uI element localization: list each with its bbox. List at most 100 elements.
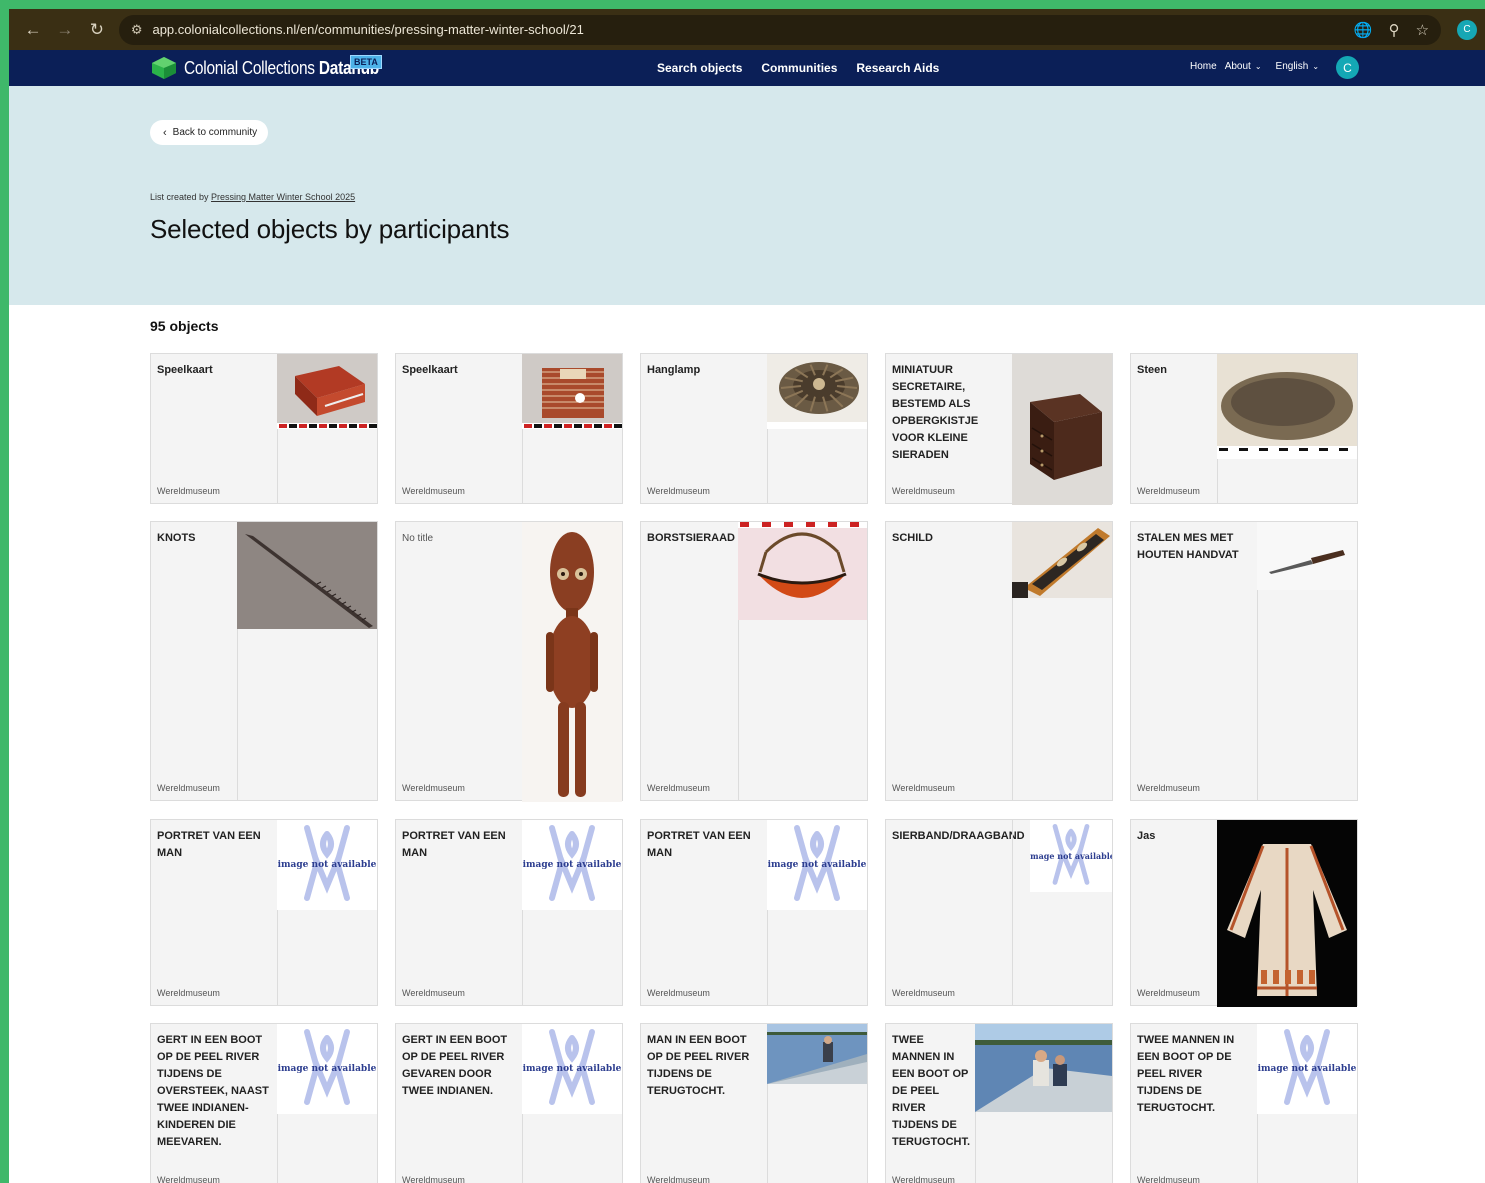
brand-name-prefix: Colonial Collections <box>184 57 319 78</box>
image-not-available-text: image not available <box>1257 1064 1357 1074</box>
museum-name: Wereldmuseum <box>647 1175 710 1183</box>
chevron-down-icon: ⌄ <box>1254 62 1262 71</box>
speelkaart-1-photo[interactable] <box>277 354 377 429</box>
museum-name: Wereldmuseum <box>892 1175 955 1183</box>
object-title: Hanglamp <box>647 364 701 376</box>
museum-name: Wereldmuseum <box>1137 988 1200 998</box>
language-selector[interactable]: English ⌄ <box>1276 61 1320 72</box>
museum-name: Wereldmuseum <box>1137 1175 1200 1183</box>
nav-communities[interactable]: Communities <box>761 61 837 75</box>
museum-name: Wereldmuseum <box>1137 486 1200 496</box>
object-card[interactable]: Jas Wereldmuseum <box>1130 819 1358 1007</box>
object-card[interactable]: KNOTS Wereldmuseum <box>150 521 378 801</box>
language-label: English <box>1275 61 1309 72</box>
object-card[interactable]: PORTRET VAN EEN MAN Wereldmuseum image not… <box>150 819 378 1006</box>
object-title: STALEN MES MET HOUTEN HANDVAT <box>1137 532 1239 561</box>
borstsieraad-photo[interactable] <box>738 522 867 620</box>
object-title: GERT IN EEN BOOT OP DE PEEL RIVER GEVARE… <box>402 1034 508 1097</box>
museum-name: Wereldmuseum <box>892 988 955 998</box>
chevron-left-icon: ‹ <box>163 126 167 139</box>
nav-about-label: About <box>1224 61 1251 72</box>
mes-photo[interactable] <box>1257 522 1357 590</box>
object-card[interactable]: Speelkaart Wereldmuseum <box>395 353 623 504</box>
museum-name: Wereldmuseum <box>157 486 220 496</box>
zoom-icon[interactable]: ⚲ <box>1389 21 1400 39</box>
creator-link[interactable]: Pressing Matter Winter School 2025 <box>211 192 355 202</box>
figure-photo[interactable] <box>522 522 622 802</box>
back-button-label: Back to community <box>172 127 258 138</box>
nav-research-aids[interactable]: Research Aids <box>856 61 939 75</box>
reload-icon[interactable]: ↻ <box>81 14 113 46</box>
image-not-available-placeholder: image not available <box>277 820 377 910</box>
page-title: Selected objects by participants <box>150 214 510 244</box>
object-card[interactable]: PORTRET VAN EEN MAN Wereldmuseum image not… <box>640 819 868 1006</box>
object-title: MAN IN EEN BOOT OP DE PEEL RIVER TIJDENS… <box>647 1034 750 1097</box>
address-bar[interactable]: ⚙ app.colonialcollections.nl/en/communit… <box>118 14 1442 45</box>
back-to-community-button[interactable]: ‹ Back to community <box>150 120 269 145</box>
object-card[interactable]: GERT IN EEN BOOT OP DE PEEL RIVER GEVARE… <box>395 1023 623 1183</box>
speelkaart-2-photo[interactable] <box>522 354 622 429</box>
object-card[interactable]: PORTRET VAN EEN MAN Wereldmuseum image not… <box>395 819 623 1006</box>
image-not-available-placeholder: image not available <box>522 1024 622 1114</box>
schild-photo[interactable] <box>1012 522 1112 598</box>
image-not-available-placeholder: image not available <box>1257 1024 1357 1114</box>
object-card[interactable]: SCHILD Wereldmuseum <box>885 521 1113 801</box>
creator-prefix: List created by <box>150 192 212 202</box>
brand-logo-link[interactable]: Colonial Collections Datahub BETA <box>150 55 411 80</box>
nav-about[interactable]: About ⌄ <box>1225 61 1262 72</box>
site-settings-icon[interactable]: ⚙ <box>131 22 143 38</box>
museum-name: Wereldmuseum <box>647 783 710 793</box>
knots-photo[interactable] <box>237 522 377 629</box>
object-card[interactable]: Speelkaart Wereldmuseum <box>150 353 378 504</box>
browser-profile-avatar[interactable]: C <box>1457 19 1478 40</box>
nav-search-objects[interactable]: Search objects <box>657 61 742 75</box>
museum-name: Wereldmuseum <box>1137 783 1200 793</box>
object-card[interactable]: Hanglamp Wereldmuseum <box>640 353 868 504</box>
object-card[interactable]: MAN IN EEN BOOT OP DE PEEL RIVER TIJDENS… <box>640 1023 868 1183</box>
image-not-available-placeholder: image not available <box>767 820 867 910</box>
bookmark-star-icon[interactable]: ☆ <box>1416 21 1429 39</box>
image-not-available-text: image not available <box>277 860 377 870</box>
object-card[interactable]: BORSTSIERAAD Wereldmuseum <box>640 521 868 801</box>
object-title: Jas <box>1137 830 1156 842</box>
image-not-available-text: image not available <box>277 1064 377 1074</box>
image-not-available-text: image not available <box>1030 851 1112 861</box>
museum-name: Wereldmuseum <box>157 1175 220 1183</box>
boat-1-photo[interactable] <box>767 1024 867 1084</box>
nav-home[interactable]: Home <box>1190 61 1217 72</box>
chevron-down-icon: ⌄ <box>1312 62 1320 71</box>
object-card[interactable]: TWEE MANNEN IN EEN BOOT OP DE PEEL RIVER… <box>1130 1023 1358 1183</box>
image-not-available-placeholder: image not available <box>277 1024 377 1114</box>
museum-name: Wereldmuseum <box>647 486 710 496</box>
object-card[interactable]: GERT IN EEN BOOT OP DE PEEL RIVER TIJDEN… <box>150 1023 378 1183</box>
boat-2-photo[interactable] <box>975 1024 1112 1112</box>
back-arrow-icon[interactable]: ← <box>17 14 49 46</box>
object-title: SIERBAND/DRAAGBAND <box>892 830 1025 842</box>
object-title: PORTRET VAN EEN MAN <box>157 830 261 859</box>
museum-name: Wereldmuseum <box>647 988 710 998</box>
object-title: TWEE MANNEN IN EEN BOOT OP DE PEEL RIVER… <box>892 1034 971 1148</box>
object-card[interactable]: TWEE MANNEN IN EEN BOOT OP DE PEEL RIVER… <box>885 1023 1113 1183</box>
secretaire-photo[interactable] <box>1012 354 1112 505</box>
list-hero: ‹ Back to community List created by Pres… <box>9 86 1485 305</box>
object-title: SCHILD <box>892 532 933 544</box>
object-card[interactable]: No title Wereldmuseum <box>395 521 623 802</box>
browser-window: ← → ↻ ⚙ app.colonialcollections.nl/en/co… <box>9 9 1485 1183</box>
main-navigation: Search objects Communities Research Aids <box>657 61 939 75</box>
beta-badge: BETA <box>350 55 382 69</box>
hanglamp-photo[interactable] <box>767 354 867 429</box>
forward-arrow-icon[interactable]: → <box>49 14 81 46</box>
jas-photo[interactable] <box>1217 820 1357 1007</box>
object-title: TWEE MANNEN IN EEN BOOT OP DE PEEL RIVER… <box>1137 1034 1235 1114</box>
translate-icon[interactable]: 🌐 <box>1354 21 1373 39</box>
object-title: Speelkaart <box>402 364 458 376</box>
object-title: PORTRET VAN EEN MAN <box>402 830 506 859</box>
object-title: MINIATUUR SECRETAIRE, BESTEMD ALS OPBERG… <box>892 364 979 461</box>
steen-photo[interactable] <box>1217 354 1357 459</box>
object-card[interactable]: SIERBAND/DRAAGBAND Wereldmuseum image not … <box>885 819 1113 1006</box>
object-card[interactable]: MINIATUUR SECRETAIRE, BESTEMD ALS OPBERG… <box>885 353 1113 505</box>
object-card[interactable]: STALEN MES MET HOUTEN HANDVAT Wereldmuseu… <box>1130 521 1358 801</box>
object-card[interactable]: Steen Wereldmuseum <box>1130 353 1358 504</box>
user-avatar[interactable]: C <box>1336 56 1359 79</box>
url-text[interactable]: app.colonialcollections.nl/en/communitie… <box>152 22 1353 37</box>
